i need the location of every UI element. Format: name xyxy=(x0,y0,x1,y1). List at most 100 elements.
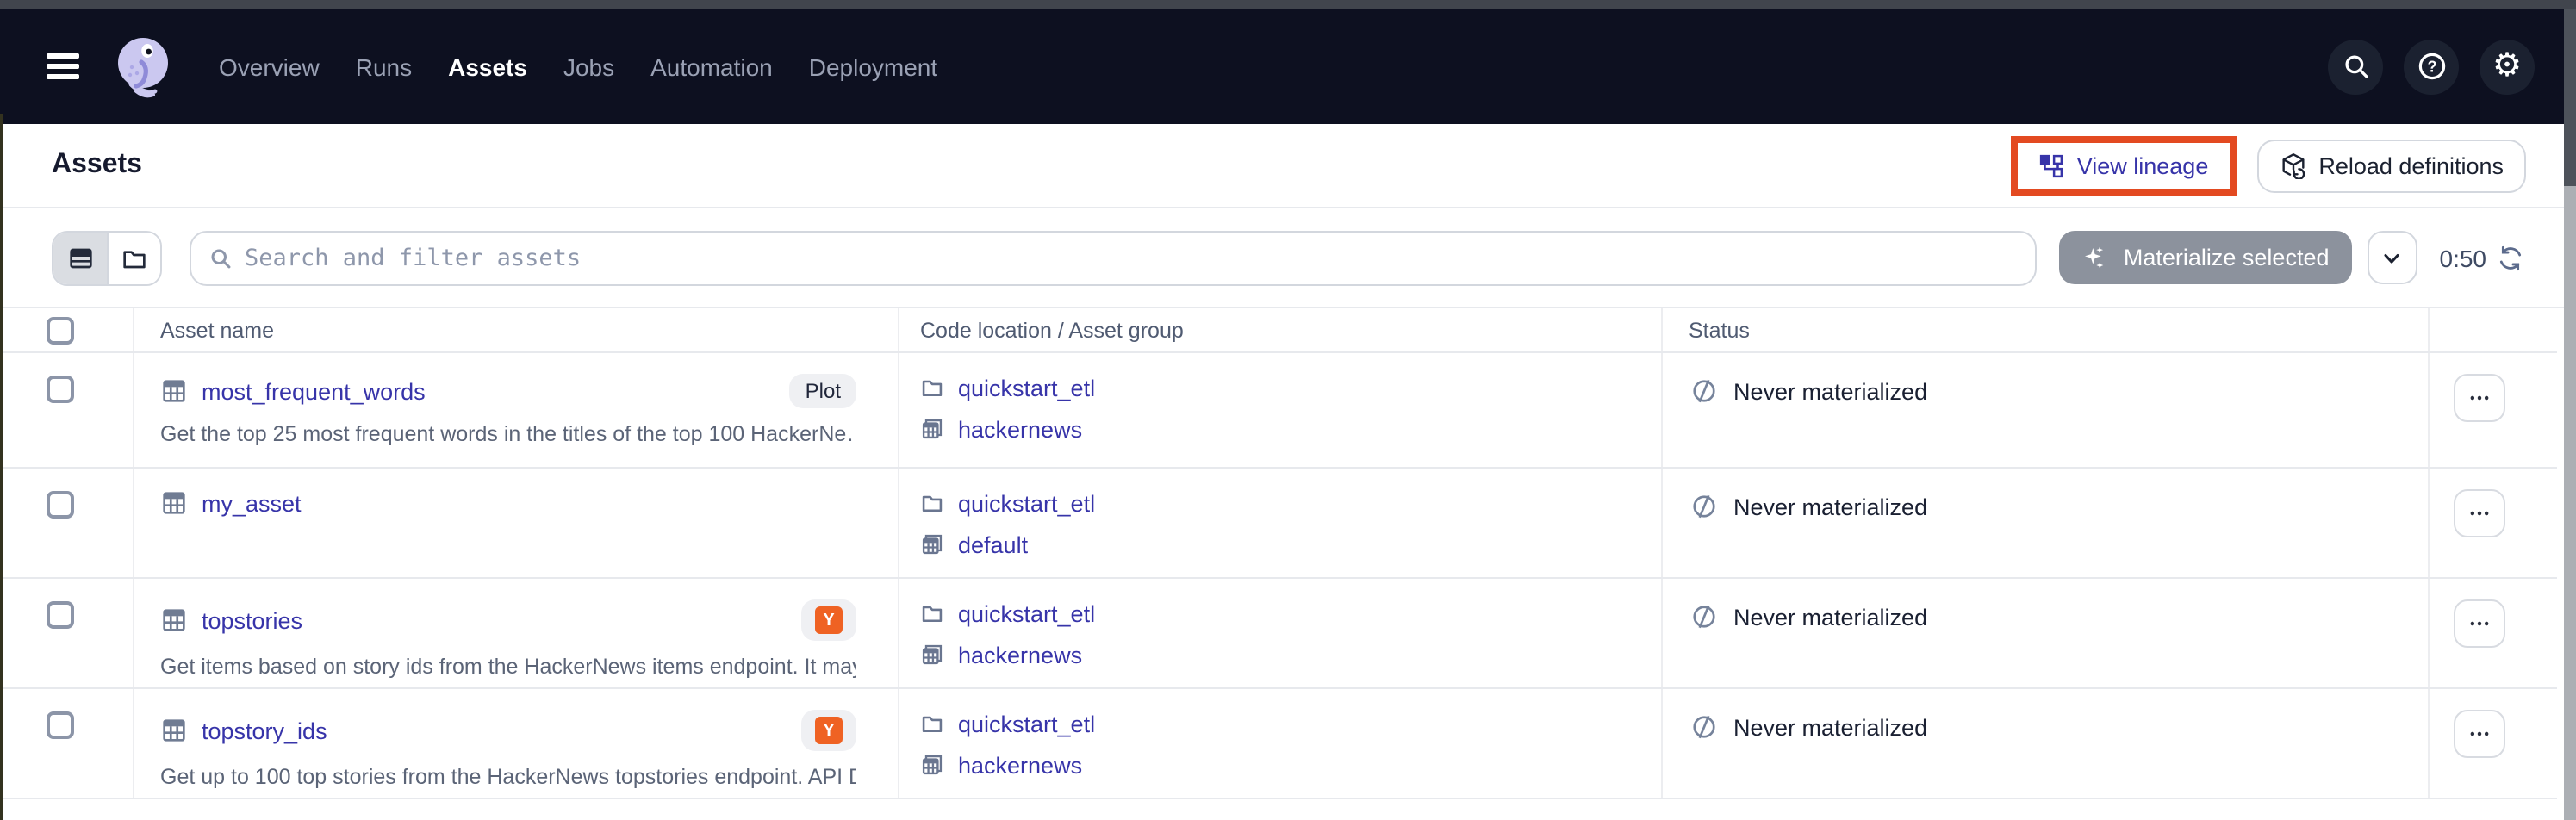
refresh-countdown: 0:50 xyxy=(2440,244,2487,271)
nav-item-deployment[interactable]: Deployment xyxy=(809,53,937,80)
top-navbar: Overview Runs Assets Jobs Automation Dep… xyxy=(0,9,2576,124)
app-window: Overview Runs Assets Jobs Automation Dep… xyxy=(0,0,2576,820)
folder-icon xyxy=(920,711,944,736)
hackernews-tag[interactable]: Y xyxy=(801,710,856,751)
asset-name-link[interactable]: my_asset xyxy=(202,490,302,516)
view-toggle xyxy=(52,230,162,285)
select-all-checkbox[interactable] xyxy=(47,317,74,345)
asset-description: Get the top 25 most frequent words in th… xyxy=(160,422,856,446)
status-text: Never materialized xyxy=(1733,494,1927,519)
code-location-link[interactable]: quickstart_etl xyxy=(958,375,1095,401)
asset-group-icon xyxy=(920,643,944,667)
folder-icon xyxy=(920,491,944,515)
ellipsis-icon xyxy=(2467,722,2492,746)
asset-name-link[interactable]: most_frequent_words xyxy=(202,378,426,404)
asset-table-icon xyxy=(160,606,188,634)
asset-group-link[interactable]: hackernews xyxy=(958,642,1082,668)
materialize-options-button[interactable] xyxy=(2368,231,2417,284)
asset-description: Get up to 100 top stories from the Hacke… xyxy=(160,765,856,789)
code-location-link[interactable]: quickstart_etl xyxy=(958,490,1095,516)
dagster-logo xyxy=(109,32,177,101)
asset-tag[interactable]: Plot xyxy=(790,374,856,408)
sparkle-icon xyxy=(2082,244,2110,271)
never-materialized-icon xyxy=(1689,491,1720,522)
hackernews-y-icon: Y xyxy=(815,606,843,634)
table-header-row: Asset name Code location / Asset group S… xyxy=(0,308,2557,353)
asset-group-icon xyxy=(920,532,944,556)
asset-name-link[interactable]: topstories xyxy=(202,607,302,633)
row-menu-button[interactable] xyxy=(2454,599,2505,648)
nav-menu: Overview Runs Assets Jobs Automation Dep… xyxy=(219,53,937,80)
asset-group-link[interactable]: hackernews xyxy=(958,416,1082,442)
status-text: Never materialized xyxy=(1733,714,1927,740)
asset-group-link[interactable]: default xyxy=(958,531,1028,557)
table-row: topstories Y Get items based on story id… xyxy=(0,579,2557,689)
search-icon xyxy=(208,245,233,270)
page-title: Assets xyxy=(52,150,142,181)
asset-search-box xyxy=(190,230,2038,285)
help-button[interactable]: ? xyxy=(2404,39,2459,94)
hackernews-tag[interactable]: Y xyxy=(801,599,856,641)
search-button[interactable] xyxy=(2328,39,2383,94)
table-row: topstory_ids Y Get up to 100 top stories… xyxy=(0,689,2557,799)
never-materialized-icon xyxy=(1689,711,1720,742)
asset-group-link[interactable]: hackernews xyxy=(958,752,1082,778)
asset-description: Get items based on story ids from the Ha… xyxy=(160,655,856,679)
row-menu-button[interactable] xyxy=(2454,374,2505,422)
assets-table: Asset name Code location / Asset group S… xyxy=(0,308,2557,799)
assets-toolbar: Materialize selected 0:50 xyxy=(0,208,2576,308)
scrollbar-thumb[interactable] xyxy=(2564,9,2576,186)
folder-view-toggle[interactable] xyxy=(107,232,160,283)
ellipsis-icon xyxy=(2467,386,2492,410)
asset-group-icon xyxy=(920,753,944,777)
status-text: Never materialized xyxy=(1733,604,1927,630)
ellipsis-icon xyxy=(2467,612,2492,636)
row-menu-button[interactable] xyxy=(2454,710,2505,758)
svg-text:?: ? xyxy=(2426,59,2436,76)
materialize-selected-button[interactable]: Materialize selected xyxy=(2060,231,2352,284)
asset-table-icon xyxy=(160,489,188,517)
page-header: Assets View lineage xyxy=(0,124,2576,208)
column-header-code-location: Code location / Asset group xyxy=(920,318,1184,342)
nav-item-jobs[interactable]: Jobs xyxy=(563,53,614,80)
column-header-asset-name: Asset name xyxy=(160,318,274,342)
desktop-edge-sliver xyxy=(0,114,3,820)
nav-item-overview[interactable]: Overview xyxy=(219,53,320,80)
refresh-icon[interactable] xyxy=(2497,244,2524,271)
gear-icon: ⚙ xyxy=(2492,50,2522,83)
row-checkbox[interactable] xyxy=(47,376,74,403)
help-icon: ? xyxy=(2415,50,2448,83)
reload-definitions-button[interactable]: Reload definitions xyxy=(2256,139,2526,192)
hackernews-y-icon: Y xyxy=(815,717,843,744)
list-view-toggle[interactable] xyxy=(53,232,107,283)
row-menu-button[interactable] xyxy=(2454,489,2505,537)
nav-item-automation[interactable]: Automation xyxy=(650,53,773,80)
folder-view-icon xyxy=(121,244,148,271)
row-checkbox[interactable] xyxy=(47,601,74,629)
reload-icon xyxy=(2279,152,2306,179)
search-input[interactable] xyxy=(245,244,2019,271)
asset-name-link[interactable]: topstory_ids xyxy=(202,718,327,743)
lineage-icon xyxy=(2039,152,2065,178)
page-scrollbar[interactable] xyxy=(2564,9,2576,820)
code-location-link[interactable]: quickstart_etl xyxy=(958,711,1095,736)
never-materialized-icon xyxy=(1689,601,1720,632)
list-view-icon xyxy=(66,244,94,271)
ellipsis-icon xyxy=(2467,501,2492,525)
asset-table-icon xyxy=(160,377,188,405)
window-top-strip xyxy=(0,0,2576,9)
asset-group-icon xyxy=(920,417,944,441)
status-text: Never materialized xyxy=(1733,378,1927,404)
hamburger-menu-icon[interactable] xyxy=(47,53,79,79)
table-row: my_asset quickstart_etl xyxy=(0,469,2557,579)
row-checkbox[interactable] xyxy=(47,711,74,739)
folder-icon xyxy=(920,601,944,625)
nav-item-runs[interactable]: Runs xyxy=(356,53,412,80)
row-checkbox[interactable] xyxy=(47,491,74,519)
code-location-link[interactable]: quickstart_etl xyxy=(958,600,1095,626)
never-materialized-icon xyxy=(1689,376,1720,407)
settings-button[interactable]: ⚙ xyxy=(2480,39,2535,94)
nav-item-assets[interactable]: Assets xyxy=(448,53,527,80)
view-lineage-button[interactable]: View lineage xyxy=(2019,142,2230,189)
column-header-status: Status xyxy=(1689,318,1750,342)
